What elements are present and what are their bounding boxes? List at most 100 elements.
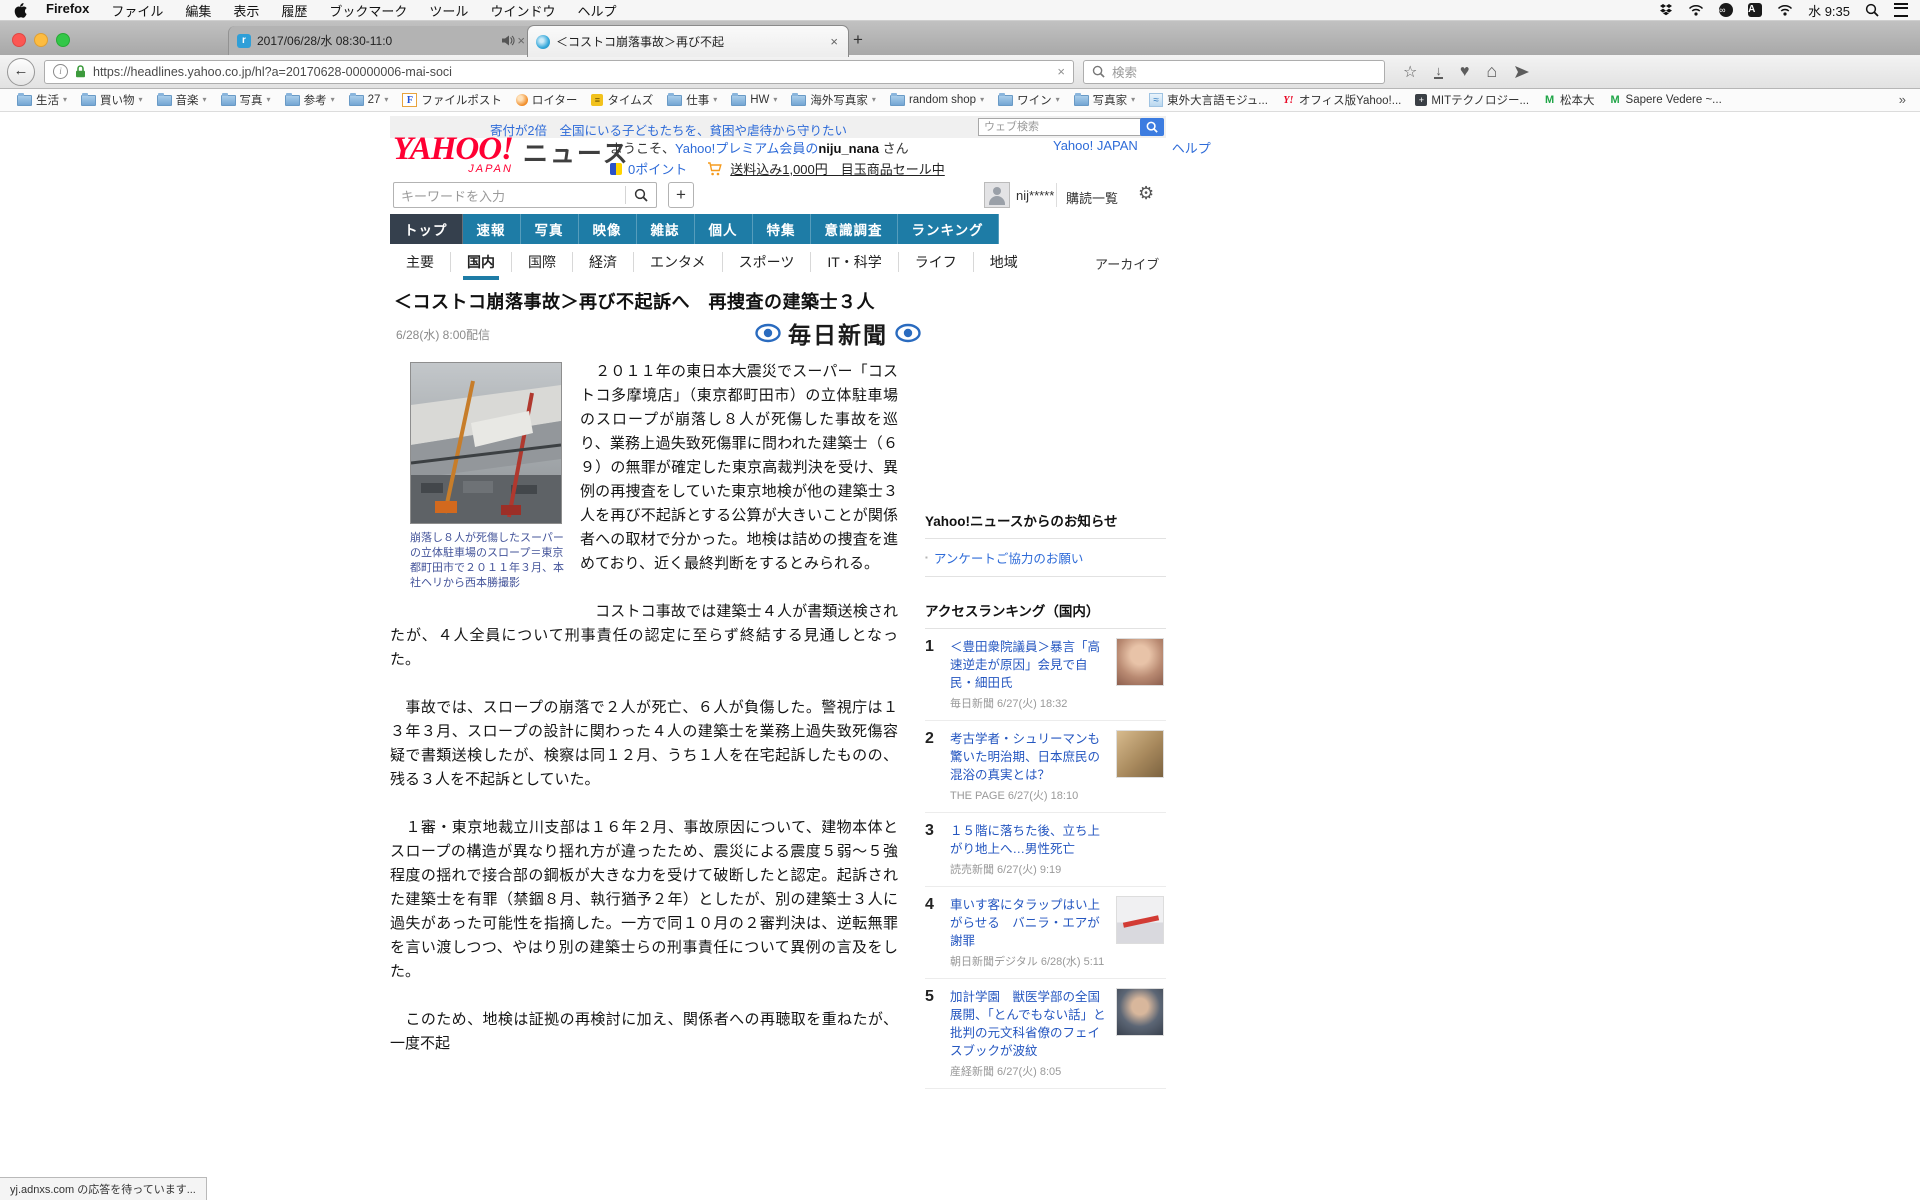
ranking-link[interactable]: 車いす客にタラップはい上がらせる バニラ・エアが謝罪 (950, 898, 1100, 948)
bookmark-item[interactable]: ロイター ▾ (509, 92, 585, 108)
article-photo[interactable] (410, 362, 562, 524)
bookmark-item[interactable]: ファイルポスト ▾ (395, 92, 509, 108)
bookmark-item[interactable]: タイムズ ▾ (584, 92, 660, 108)
bookmark-item[interactable]: オフィス版Yahoo!... ▾ (1275, 92, 1408, 108)
ranking-link[interactable]: １５階に落ちた後、立ち上がり地上へ…男性死亡 (950, 824, 1100, 856)
spotlight-icon[interactable] (1865, 3, 1879, 17)
gear-icon[interactable]: ⚙ (1138, 183, 1154, 204)
category-tab[interactable]: スポーツ (721, 252, 811, 272)
help-link[interactable]: ヘルプ (1172, 138, 1211, 157)
stop-loading-icon[interactable]: × (1057, 64, 1065, 79)
back-button[interactable]: ← (7, 57, 35, 86)
bookmark-item[interactable]: 松本大 ▾ (1536, 92, 1602, 108)
lock-icon[interactable] (75, 65, 86, 78)
wifi-transfer-icon[interactable] (1688, 4, 1704, 16)
source-logo[interactable]: 毎日新聞 (755, 316, 921, 350)
ranking-thumbnail[interactable] (1116, 730, 1164, 778)
nav-tab[interactable]: 速報 (463, 214, 521, 244)
bookmark-item[interactable]: 27 ▾ (342, 93, 396, 106)
apple-menu-icon[interactable] (14, 2, 27, 18)
category-tab[interactable]: 国際 (511, 252, 572, 272)
menubar-item[interactable]: 履歴 (270, 1, 318, 20)
bookmark-item[interactable]: HW ▾ (724, 93, 784, 106)
menubar-item[interactable]: ツール (418, 1, 479, 20)
bookmark-item[interactable]: 参考 ▾ (278, 92, 342, 108)
survey-link[interactable]: アンケートご協力のお願い (934, 548, 1084, 567)
creative-cloud-icon[interactable]: ∞ (1719, 3, 1734, 17)
url-field[interactable]: i https://headlines.yahoo.co.jp/hl?a=201… (44, 59, 1074, 84)
category-tab[interactable]: ライフ (897, 252, 973, 272)
ranking-link[interactable]: 考古学者・シュリーマンも驚いた明治期、日本庶民の混浴の真実とは？ (950, 732, 1100, 782)
nav-tab[interactable]: 特集 (753, 214, 811, 244)
nav-tab[interactable]: 個人 (695, 214, 753, 244)
dropbox-icon[interactable] (1659, 3, 1673, 17)
tab-close-icon[interactable]: × (515, 33, 527, 48)
ranking-thumbnail[interactable] (1116, 988, 1164, 1036)
new-tab-button[interactable]: + (845, 30, 871, 50)
nav-tab[interactable]: 写真 (521, 214, 579, 244)
menubar-item[interactable]: ファイル (100, 1, 174, 20)
web-search-input[interactable]: ウェブ検索 (978, 118, 1142, 136)
avatar[interactable] (984, 182, 1010, 208)
nav-tab[interactable]: 映像 (579, 214, 637, 244)
category-tab[interactable]: 主要 (390, 252, 450, 272)
bookmark-item[interactable]: 写真家 ▾ (1067, 92, 1143, 108)
share-icon[interactable] (1514, 65, 1530, 79)
site-info-icon[interactable]: i (53, 64, 68, 79)
minimize-window-button[interactable] (34, 33, 48, 47)
news-search-button[interactable] (625, 186, 656, 204)
user-id[interactable]: nij***** (1016, 188, 1054, 203)
menubar-item[interactable]: 表示 (222, 1, 270, 20)
input-method-icon[interactable]: A (1748, 3, 1763, 17)
bookmark-item[interactable]: 生活 ▾ (10, 92, 74, 108)
browser-search-field[interactable]: 検索 (1083, 59, 1385, 84)
close-window-button[interactable] (12, 33, 26, 47)
web-search-button[interactable] (1140, 118, 1164, 136)
home-icon[interactable]: ⌂ (1486, 61, 1497, 82)
download-icon[interactable]: ↓ (1434, 64, 1443, 79)
yahoo-japan-link[interactable]: Yahoo! JAPAN (1053, 138, 1138, 157)
pocket-heart-icon[interactable]: ♥ (1460, 63, 1470, 81)
bookmarks-overflow-icon[interactable]: » (1899, 92, 1910, 107)
ranking-thumbnail[interactable] (1116, 638, 1164, 686)
premium-member-link[interactable]: Yahoo!プレミアム会員の (675, 141, 818, 156)
bookmark-item[interactable]: 買い物 ▾ (74, 92, 150, 108)
notification-center-icon[interactable] (1894, 3, 1908, 17)
bookmark-item[interactable]: 音楽 ▾ (150, 92, 214, 108)
tab-costco-article[interactable]: ＜コストコ崩落事故＞再び不起 × (527, 25, 849, 57)
tab-radiko[interactable]: r 2017/06/28/水 08:30-11:0 × (228, 26, 536, 55)
url-text[interactable]: https://headlines.yahoo.co.jp/hl?a=20170… (93, 65, 1050, 79)
archive-link[interactable]: アーカイブ (1095, 254, 1159, 273)
bookmark-item[interactable]: ワイン ▾ (991, 92, 1067, 108)
shopping-promo-link[interactable]: 送料込み1,000円 目玉商品セール中 (730, 159, 945, 178)
news-search-box[interactable]: キーワードを入力 (393, 182, 657, 208)
yahoo-news-logo[interactable]: YAHOO! JAPAN ニュース (393, 133, 630, 175)
zoom-window-button[interactable] (56, 33, 70, 47)
nav-tab[interactable]: 意識調査 (811, 214, 898, 244)
bookmark-item[interactable]: 写真 ▾ (214, 92, 278, 108)
menubar-item[interactable]: ヘルプ (566, 1, 627, 20)
menubar-item[interactable]: 編集 (174, 1, 222, 20)
bookmark-star-icon[interactable]: ☆ (1403, 62, 1417, 82)
category-tab[interactable]: エンタメ (633, 252, 722, 272)
ranking-thumbnail[interactable] (1116, 896, 1164, 944)
tab-close-icon[interactable]: × (828, 34, 840, 49)
bookmark-item[interactable]: random shop ▾ (883, 93, 991, 106)
category-tab[interactable]: 経済 (572, 252, 633, 272)
menubar-item[interactable]: ウインドウ (479, 1, 566, 20)
photo-caption[interactable]: 崩落し８人が死傷したスーパーの立体駐車場のスロープ＝東京都町田市で２０１１年３月… (410, 531, 564, 591)
category-tab[interactable]: IT・科学 (810, 252, 897, 272)
bookmark-item[interactable]: 仕事 ▾ (660, 92, 724, 108)
wifi-icon[interactable] (1777, 4, 1793, 16)
bookmark-item[interactable]: MITテクノロジー... ▾ (1408, 92, 1536, 108)
nav-tab[interactable]: トップ (390, 214, 463, 244)
bookmark-item[interactable]: Sapere Vedere ~... ▾ (1602, 94, 1729, 106)
menubar-item[interactable]: ブックマーク (318, 1, 418, 20)
menubar-clock[interactable]: 水 9:35 (1808, 1, 1850, 20)
nav-tab[interactable]: ランキング (898, 214, 999, 244)
menubar-item[interactable]: Firefox (35, 1, 100, 20)
subscription-list-link[interactable]: 購読一覧 (1066, 188, 1118, 207)
ranking-link[interactable]: 加計学園 獣医学部の全国展開、「とんでもない話」と批判の元文科省僚のフェイスブッ… (950, 990, 1106, 1058)
bookmark-item[interactable]: 東外大言語モジュ... ▾ (1142, 92, 1275, 108)
category-tab[interactable]: 地域 (972, 252, 1034, 272)
